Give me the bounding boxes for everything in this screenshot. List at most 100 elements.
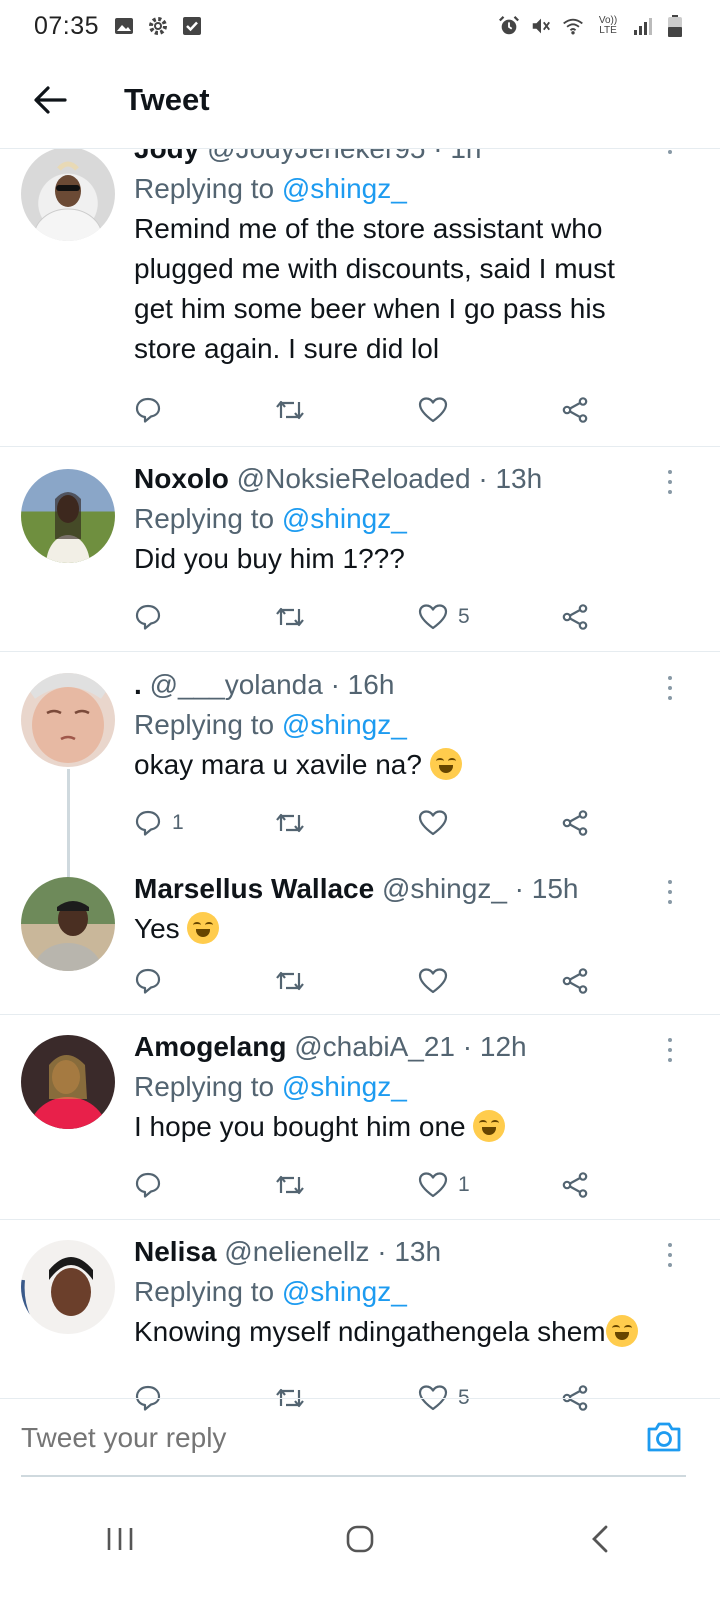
tweet[interactable]: Jody @JodyJeneker95 · 1h Replying to @sh… [0,149,720,447]
checkbox-icon [181,15,203,37]
mention-link[interactable]: @shingz_ [282,503,407,534]
heart-icon [418,603,448,631]
reply-input-underline [21,1475,686,1477]
tweet[interactable]: . @___yolanda · 16h Replying to @shingz_… [0,653,720,877]
author-name[interactable]: Nelisa [134,1236,217,1267]
reply-button[interactable] [134,961,162,1001]
like-button[interactable] [418,390,448,430]
share-icon [560,603,590,631]
avatar[interactable] [21,877,115,971]
reply-icon [134,967,162,995]
volte-icon: Vo)) LTE [594,15,622,37]
mention-link[interactable]: @shingz_ [282,1276,407,1307]
mute-icon [530,15,552,37]
avatar[interactable] [21,149,115,241]
replying-to: Replying to @shingz_ [134,169,680,209]
like-button[interactable] [418,961,448,1001]
share-button[interactable] [560,597,590,637]
author-name[interactable]: Amogelang [134,1031,286,1062]
tweet-text-line: okay mara u xavile na? [134,749,430,780]
tweet[interactable]: Marsellus Wallace @shingz_ · 15h Yes [0,857,720,1015]
recent-apps-button[interactable] [80,1499,160,1579]
like-count: 5 [458,605,470,628]
author-name[interactable]: Noxolo [134,463,229,494]
top-app-bar: Tweet [0,52,720,149]
tweet-actions: 1 [134,803,614,843]
replying-to-label: Replying to [134,173,282,204]
avatar[interactable] [21,469,115,563]
tweet[interactable]: Noxolo @NoksieReloaded · 13h Replying to… [0,447,720,652]
replying-to-label: Replying to [134,709,282,740]
replying-to: Replying to @shingz_ [134,1067,680,1107]
tweet-actions: 5 [134,597,614,637]
avatar[interactable] [21,1035,115,1129]
author-name[interactable]: . [134,669,142,700]
retweet-button[interactable] [274,390,306,430]
mention-link[interactable]: @shingz_ [282,1071,407,1102]
retweet-icon [274,603,306,631]
laughing-emoji-icon [187,912,220,944]
like-button[interactable]: 5 [418,597,470,637]
share-button[interactable] [560,390,590,430]
reply-icon [134,396,162,424]
more-options-button[interactable] [660,1240,680,1270]
back-button[interactable] [20,70,80,130]
like-button[interactable] [418,803,448,843]
more-options-button[interactable] [660,149,680,157]
tweet-header: Amogelang @chabiA_21 · 12h [134,1027,680,1067]
home-button[interactable] [320,1499,400,1579]
system-back-button[interactable] [560,1499,640,1579]
status-bar: 07:35 Vo)) LTE [0,0,720,52]
tweet-text-line: I hope you bought him one [134,1111,474,1142]
wifi-icon [562,15,584,37]
alarm-icon [498,15,520,37]
retweet-button[interactable] [274,1165,306,1205]
more-options-button[interactable] [660,467,680,497]
system-nav-bar [0,1478,720,1600]
share-icon [560,396,590,424]
tweet-text: okay mara u xavile na? [134,745,680,785]
reply-button[interactable] [134,597,162,637]
reply-button[interactable] [134,390,162,430]
author-handle: @shingz_ · 15h [381,873,579,904]
tweet-text-line: get him some beer when I go pass his [134,293,606,324]
avatar[interactable] [21,673,115,767]
mention-link[interactable]: @shingz_ [282,709,407,740]
avatar[interactable] [21,1240,115,1334]
retweet-button[interactable] [274,961,306,1001]
reply-icon [134,1171,162,1199]
more-options-button[interactable] [660,673,680,703]
retweet-icon [274,1171,306,1199]
tweet[interactable]: Amogelang @chabiA_21 · 12h Replying to @… [0,1015,720,1220]
camera-icon [647,1422,681,1452]
tweet-text-line: Did you buy him 1??? [134,543,405,574]
reply-input[interactable] [21,1413,661,1463]
share-button[interactable] [560,961,590,1001]
author-handle: @nelienellz · 13h [224,1236,442,1267]
tweet[interactable]: Nelisa @nelienellz · 13h Replying to @sh… [0,1220,720,1424]
retweet-button[interactable] [274,803,306,843]
reply-bar [0,1398,720,1478]
reply-button[interactable] [134,1165,162,1205]
more-options-button[interactable] [660,1035,680,1065]
tweet-header: Marsellus Wallace @shingz_ · 15h [134,869,680,909]
retweet-button[interactable] [274,597,306,637]
signal-icon [632,15,654,37]
volte-label: Vo)) LTE [598,15,618,36]
settings-icon [147,15,169,37]
author-handle: @NoksieReloaded · 13h [236,463,543,494]
like-button[interactable]: 1 [418,1165,470,1205]
author-name[interactable]: Jody [134,149,199,164]
chevron-left-icon [592,1525,608,1553]
camera-button[interactable] [644,1417,684,1457]
tweet-text: Knowing myself ndingathengela shem [134,1312,680,1352]
mention-link[interactable]: @shingz_ [282,173,407,204]
reply-button[interactable]: 1 [134,803,184,843]
retweet-icon [274,809,306,837]
more-options-button[interactable] [660,877,680,907]
replying-to: Replying to @shingz_ [134,705,680,745]
tweet-text-line: plugged me with discounts, said I must [134,253,615,284]
share-button[interactable] [560,1165,590,1205]
share-button[interactable] [560,803,590,843]
author-name[interactable]: Marsellus Wallace [134,873,374,904]
